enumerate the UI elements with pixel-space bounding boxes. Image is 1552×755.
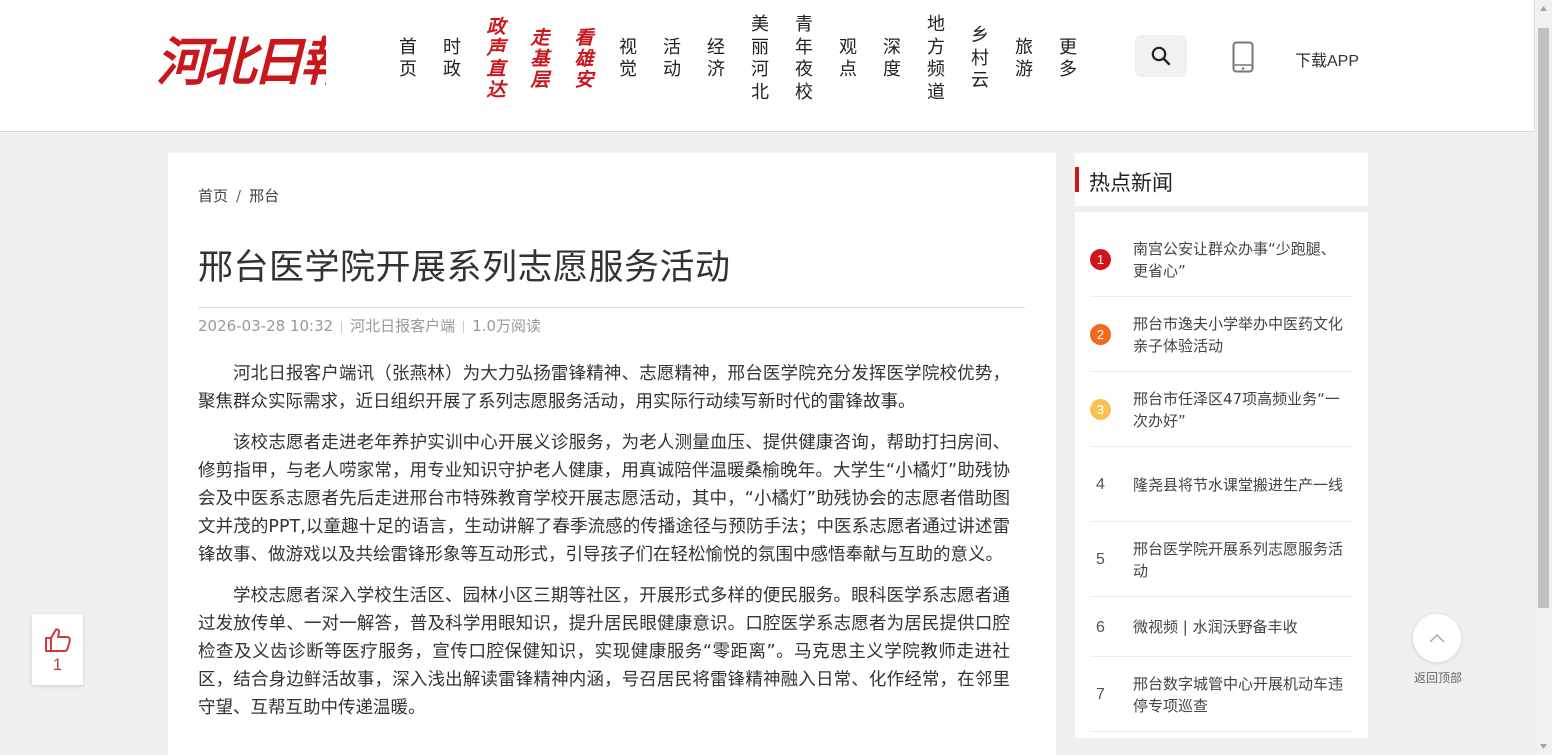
hot-news-title[interactable]: 隆尧县将节水课堂搬进生产一线 [1133, 474, 1348, 496]
nav-item[interactable]: 走基层 [527, 0, 553, 118]
nav-item[interactable]: 地方频道 [923, 0, 949, 118]
hot-news-title[interactable]: 微视频 | 水润沃野备丰收 [1133, 616, 1348, 638]
hot-news-item[interactable]: 3 邢台市任泽区47项高频业务“一次办好” [1090, 372, 1352, 447]
hot-news-rank: 2 [1090, 324, 1111, 345]
nav-item-label: 青年夜校 [795, 14, 813, 103]
hot-news-item[interactable]: 6 微视频 | 水润沃野备丰收 [1090, 597, 1352, 657]
site-logo[interactable]: 河北日報 [156, 24, 326, 90]
hot-news-header: 热点新闻 [1075, 153, 1368, 206]
hot-news-rank: 1 [1090, 249, 1111, 270]
download-app-link[interactable]: 下载APP [1295, 47, 1359, 71]
scrollbar-thumb[interactable] [1538, 28, 1549, 608]
article-reads: 1.0万阅读 [472, 317, 542, 335]
svg-text:河北日報: 河北日報 [156, 32, 326, 90]
nav-item[interactable]: 乡村云 [967, 0, 993, 118]
article-meta: 2026-03-28 10:32 河北日报客户端 1.0万阅读 [198, 315, 541, 336]
hot-news-title[interactable]: 邢台医学院开展系列志愿服务活动 [1133, 538, 1348, 582]
nav-item-label: 视觉 [619, 36, 637, 81]
article-title: 邢台医学院开展系列志愿服务活动 [198, 248, 731, 288]
nav-item[interactable]: 时政 [439, 0, 465, 118]
nav-item[interactable]: 青年夜校 [791, 0, 817, 118]
nav-item[interactable]: 旅游 [1011, 0, 1037, 118]
hot-news-rank: 6 [1096, 618, 1105, 636]
nav-item-label: 政声直达 [486, 16, 506, 101]
hot-news-title[interactable]: 南宫公安让群众办事“少跑腿、更省心” [1133, 238, 1348, 282]
scroll-up-arrow-icon[interactable] [1539, 4, 1548, 13]
nav-item[interactable]: 深度 [879, 0, 905, 118]
nav-item[interactable]: 首页 [395, 0, 421, 118]
article-paragraph: 河北日报客户端讯（张燕林）为大力弘扬雷锋精神、志愿精神，邢台医学院充分发挥医学院… [198, 364, 1010, 412]
scroll-down-arrow-icon[interactable] [1539, 742, 1548, 751]
meta-divider [341, 320, 343, 333]
hot-news-list: 1 南宫公安让群众办事“少跑腿、更省心” 2 邢台市逸夫小学举办中医药文化亲子体验活动… [1075, 212, 1368, 738]
hot-news-title[interactable]: 邢台市逸夫小学举办中医药文化亲子体验活动 [1133, 313, 1348, 357]
hot-news-heading: 热点新闻 [1089, 171, 1173, 195]
thumbs-up-icon [44, 628, 71, 652]
nav-item[interactable]: 活动 [659, 0, 685, 118]
nav-item[interactable]: 政声直达 [483, 0, 509, 118]
phone-icon[interactable] [1232, 41, 1254, 73]
nav-item-label: 地方频道 [927, 14, 945, 103]
chevron-up-icon [1429, 633, 1445, 643]
like-count: 1 [52, 655, 63, 674]
hot-news-title[interactable]: 邢台市任泽区47项高频业务“一次办好” [1133, 388, 1348, 432]
nav-item[interactable]: 观点 [835, 0, 861, 118]
nav-item-label: 经济 [707, 36, 725, 81]
back-to-top-button[interactable] [1413, 614, 1461, 662]
breadcrumb: 首页 / 邢台 [198, 185, 279, 206]
breadcrumb-home[interactable]: 首页 [198, 187, 228, 205]
nav-item-label: 更多 [1059, 36, 1077, 81]
hot-news-item[interactable]: 4 隆尧县将节水课堂搬进生产一线 [1090, 447, 1352, 522]
article-date: 2026-03-28 10:32 [198, 317, 334, 335]
vertical-scrollbar[interactable] [1535, 0, 1552, 755]
hot-news-rank: 7 [1096, 686, 1105, 703]
back-to-top-label[interactable]: 返回顶部 [1413, 669, 1463, 686]
nav-item-label: 看雄安 [574, 26, 594, 91]
nav-item-label: 走基层 [530, 26, 550, 91]
hot-news-title[interactable]: 邢台数字城管中心开展机动车违停专项巡查 [1133, 673, 1348, 717]
nav-item[interactable]: 经济 [703, 0, 729, 118]
like-button[interactable]: 1 [32, 614, 83, 685]
hot-news-rank: 5 [1096, 551, 1105, 568]
nav-item[interactable]: 视觉 [615, 0, 641, 118]
hot-news-item[interactable]: 1 南宫公安让群众办事“少跑腿、更省心” [1090, 222, 1352, 297]
hot-news-rank: 3 [1090, 399, 1111, 420]
nav-item[interactable]: 美丽河北 [747, 0, 773, 118]
hot-news-item[interactable]: 7 邢台数字城管中心开展机动车违停专项巡查 [1090, 657, 1352, 732]
title-divider [198, 307, 1025, 308]
nav-item-label: 活动 [663, 36, 681, 81]
breadcrumb-current[interactable]: 邢台 [249, 187, 279, 205]
nav-item-label: 观点 [839, 36, 857, 81]
article-panel: 首页 / 邢台 邢台医学院开展系列志愿服务活动 2026-03-28 10:32 河北… [168, 153, 1056, 755]
article-paragraph: 该校志愿者走进老年养护实训中心开展义诊服务，为老人测量血压、提供健康咨询，帮助打… [198, 433, 1010, 565]
hot-news-item[interactable]: 5 邢台医学院开展系列志愿服务活动 [1090, 522, 1352, 597]
nav-item-label: 旅游 [1015, 36, 1033, 81]
article-body: 河北日报客户端讯（张燕林）为大力弘扬雷锋精神、志愿精神，邢台医学院充分发挥医学院… [198, 360, 1010, 735]
meta-divider [463, 320, 465, 333]
search-icon [1151, 46, 1171, 66]
nav-item-label: 时政 [443, 36, 461, 81]
nav-item-label: 乡村云 [971, 25, 989, 92]
nav-item-label: 美丽河北 [751, 14, 769, 103]
nav-item[interactable]: 更多 [1055, 0, 1081, 118]
article-paragraph: 学校志愿者深入学校生活区、园林小区三期等社区，开展形式多样的便民服务。眼科医学系… [198, 586, 1010, 718]
hot-news-rank: 4 [1096, 476, 1105, 493]
article-source: 河北日报客户端 [350, 317, 456, 335]
breadcrumb-separator: / [236, 187, 242, 205]
nav-item-label: 深度 [883, 36, 901, 81]
hot-news-item[interactable]: 2 邢台市逸夫小学举办中医药文化亲子体验活动 [1090, 297, 1352, 372]
hot-news-accent-bar [1075, 167, 1079, 192]
search-button[interactable] [1135, 35, 1187, 77]
nav-item[interactable]: 看雄安 [571, 0, 597, 118]
site-header: 河北日報 首页时政 政声直达 走基层 看雄安 视觉活动经济 美丽河北 青年夜校 观点深度 地方频… [0, 0, 1535, 132]
nav-item-label: 首页 [399, 36, 417, 81]
